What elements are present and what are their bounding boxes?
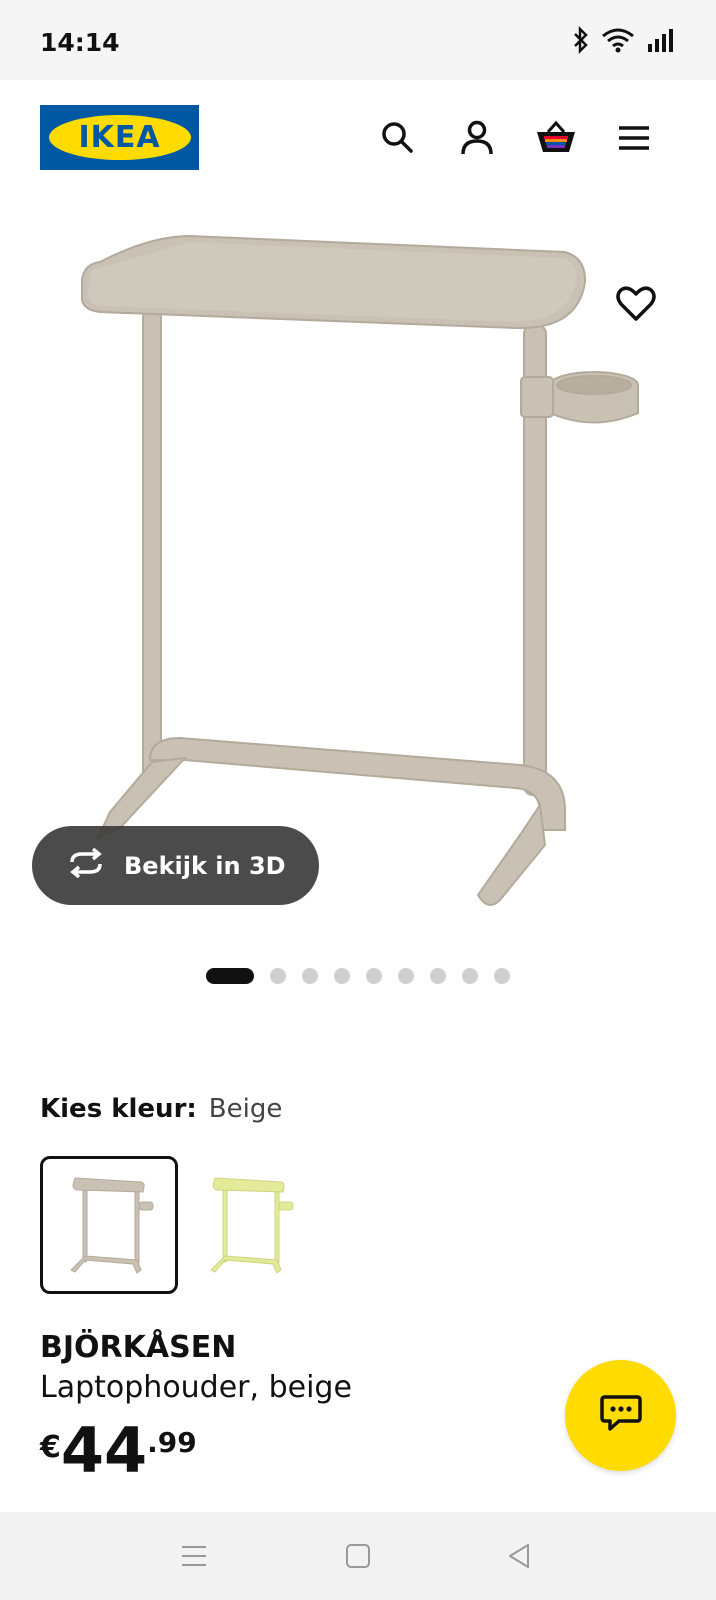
status-icons xyxy=(572,25,676,59)
carousel-dot[interactable] xyxy=(494,968,510,984)
bluetooth-icon xyxy=(572,25,590,59)
signal-icon xyxy=(646,26,676,59)
price-decimal: .99 xyxy=(147,1426,197,1459)
carousel-dot[interactable] xyxy=(462,968,478,984)
color-swatch-lightgreen[interactable] xyxy=(180,1156,318,1294)
wifi-icon xyxy=(600,26,636,59)
app-header: IKEA xyxy=(0,80,716,200)
carousel-dot[interactable] xyxy=(270,968,286,984)
swatch-thumbnail-lightgreen xyxy=(210,1177,294,1274)
view-3d-label: Bekijk in 3D xyxy=(124,851,286,880)
favorite-heart-icon[interactable] xyxy=(612,280,660,328)
carousel-dot[interactable] xyxy=(398,968,414,984)
swatch-thumbnail-beige xyxy=(70,1177,154,1274)
cart-icon[interactable] xyxy=(534,116,578,160)
carousel-dot[interactable] xyxy=(430,968,446,984)
color-picker-label: Kies kleur: Beige xyxy=(40,1094,282,1124)
system-nav-bar xyxy=(0,1512,716,1600)
price-currency: € xyxy=(40,1430,61,1465)
search-icon[interactable] xyxy=(376,116,420,160)
carousel-dot[interactable] xyxy=(366,968,382,984)
home-icon[interactable] xyxy=(336,1534,380,1578)
color-label-value: Beige xyxy=(208,1094,283,1124)
rotate-3d-icon xyxy=(66,847,106,884)
product-description: Laptophouder, beige xyxy=(40,1370,352,1405)
account-icon[interactable] xyxy=(455,116,499,160)
ikea-logo[interactable]: IKEA xyxy=(40,105,199,170)
price-integer: 44 xyxy=(60,1414,148,1487)
carousel-dot[interactable] xyxy=(302,968,318,984)
color-label-key: Kies kleur: xyxy=(40,1094,197,1124)
carousel-dot-active[interactable] xyxy=(206,968,254,984)
chat-button[interactable] xyxy=(565,1360,676,1471)
carousel-dot[interactable] xyxy=(334,968,350,984)
status-time: 14:14 xyxy=(40,28,120,57)
product-gallery[interactable]: Bekijk in 3D xyxy=(0,200,716,960)
status-bar: 14:14 xyxy=(0,0,716,80)
menu-icon[interactable] xyxy=(612,116,656,160)
back-icon[interactable] xyxy=(497,1534,541,1578)
logo-text: IKEA xyxy=(78,120,161,155)
image-carousel-indicator xyxy=(0,968,716,984)
recent-apps-icon[interactable] xyxy=(172,1534,216,1578)
product-price: € 44 .99 xyxy=(40,1420,197,1482)
color-swatch-beige[interactable] xyxy=(40,1156,178,1294)
view-3d-button[interactable]: Bekijk in 3D xyxy=(32,826,319,905)
product-name: BJÖRKÅSEN xyxy=(40,1330,237,1365)
chat-icon xyxy=(599,1393,643,1438)
logo-oval: IKEA xyxy=(48,115,191,160)
